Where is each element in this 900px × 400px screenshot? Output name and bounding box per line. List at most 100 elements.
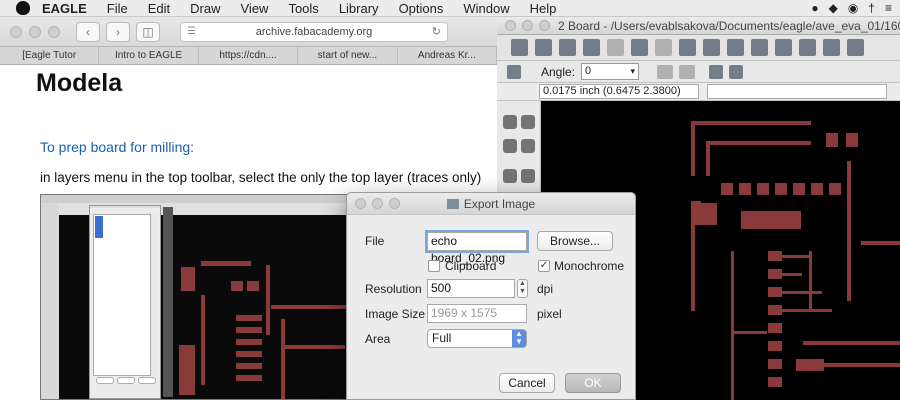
menu-help[interactable]: Help — [530, 1, 557, 16]
embedded-trace-group — [179, 261, 351, 399]
tab-start-of-new[interactable]: start of new... — [298, 47, 398, 64]
schematic-icon[interactable] — [607, 39, 624, 56]
ok-button[interactable]: OK — [565, 373, 621, 393]
zoom-out-icon[interactable] — [751, 39, 768, 56]
resolution-unit: dpi — [537, 282, 554, 296]
dropbox-icon[interactable]: ◆ — [829, 1, 838, 15]
zoom-fit-icon[interactable] — [703, 39, 720, 56]
menu-view[interactable]: View — [241, 1, 269, 16]
address-bar[interactable]: ☰ archive.fabacademy.org ↻ — [180, 21, 448, 42]
menu-window[interactable]: Window — [463, 1, 509, 16]
embedded-pad — [236, 327, 262, 333]
angle-value: 0 — [585, 65, 592, 77]
status-app-icon[interactable]: ● — [811, 1, 818, 15]
cam-icon[interactable] — [583, 39, 600, 56]
tab-cdn[interactable]: https://cdn.... — [199, 47, 299, 64]
board-zoom-button[interactable] — [539, 20, 550, 31]
undo-icon[interactable] — [823, 39, 840, 56]
zoom-window-button[interactable] — [48, 25, 60, 38]
move-icon[interactable] — [503, 169, 517, 183]
url-text: archive.fabacademy.org — [255, 25, 373, 38]
embedded-pad — [236, 351, 262, 357]
pad — [829, 183, 841, 195]
forward-button[interactable]: › — [106, 21, 130, 42]
resolution-stepper[interactable]: ▲ ▼ — [517, 279, 528, 298]
tab-eagle-tutorial[interactable]: [Eagle Tutor — [0, 47, 100, 64]
dialog-window-controls — [355, 198, 400, 209]
minimize-window-button[interactable] — [29, 25, 41, 38]
info-icon[interactable] — [503, 115, 517, 129]
sidebar-button[interactable]: ◫ — [136, 21, 160, 42]
pad — [768, 251, 782, 261]
command-bar: 0.0175 inch (0.6475 2.3800) — [497, 83, 900, 101]
menu-library[interactable]: Library — [339, 1, 379, 16]
copy-icon[interactable] — [521, 169, 535, 183]
embedded-pad — [179, 345, 195, 395]
layout-icon-2[interactable] — [729, 64, 744, 79]
menu-edit[interactable]: Edit — [148, 1, 170, 16]
library-icon[interactable] — [631, 39, 648, 56]
browse-button[interactable]: Browse... — [537, 231, 613, 251]
image-size-unit: pixel — [537, 307, 562, 321]
show-icon[interactable] — [521, 115, 535, 129]
board-close-button[interactable] — [505, 20, 516, 31]
dialog-zoom-button[interactable] — [389, 198, 400, 209]
monochrome-label: Monochrome — [554, 259, 625, 273]
embedded-pad — [247, 281, 259, 291]
save-icon[interactable] — [535, 39, 552, 56]
area-select[interactable]: Full ▲ ▼ — [427, 329, 527, 348]
back-button[interactable]: ‹ — [76, 21, 100, 42]
tab-bar: [Eagle Tutor Intro to EAGLE https://cdn.… — [0, 47, 498, 65]
menu-file[interactable]: File — [107, 1, 128, 16]
zoom-select-icon[interactable] — [799, 39, 816, 56]
pad — [739, 183, 751, 195]
select-arrows-icon: ▲ ▼ — [512, 330, 526, 347]
layout-icon-1[interactable] — [709, 64, 724, 79]
record-icon[interactable]: ◉ — [848, 1, 858, 15]
display-layers-icon[interactable] — [503, 139, 517, 153]
print-icon[interactable] — [559, 39, 576, 56]
menu-tools[interactable]: Tools — [288, 1, 318, 16]
zoom-in-icon[interactable] — [727, 39, 744, 56]
image-icon — [446, 199, 459, 209]
pad — [768, 359, 782, 369]
tab-andreas[interactable]: Andreas Kr... — [398, 47, 498, 64]
reload-icon[interactable]: ↻ — [432, 25, 441, 38]
clipboard-checkbox[interactable] — [428, 260, 440, 272]
resolution-input[interactable]: 500 — [427, 279, 515, 298]
stepper-up-icon: ▲ — [519, 280, 526, 287]
pad — [768, 269, 782, 279]
file-label: File — [365, 234, 385, 248]
menu-app-name[interactable]: EAGLE — [42, 1, 87, 16]
dialog-titlebar: Export Image — [347, 193, 635, 215]
tab-intro-to-eagle[interactable]: Intro to EAGLE — [99, 47, 199, 64]
menu-overflow-icon[interactable]: ≡ — [885, 1, 892, 15]
mark-icon[interactable] — [521, 139, 535, 153]
script-icon[interactable] — [655, 39, 672, 56]
redo-icon[interactable] — [847, 39, 864, 56]
section-subheading: To prep board for milling: — [40, 139, 195, 155]
command-input[interactable] — [707, 84, 887, 99]
close-window-button[interactable] — [10, 25, 22, 38]
menu-options[interactable]: Options — [399, 1, 444, 16]
cancel-button[interactable]: Cancel — [499, 373, 555, 393]
checkmark-icon: ✓ — [539, 260, 549, 271]
grid-icon[interactable] — [507, 64, 521, 79]
mirror-text-icon[interactable] — [679, 64, 696, 79]
menu-draw[interactable]: Draw — [190, 1, 220, 16]
open-icon[interactable] — [511, 39, 528, 56]
redraw-icon[interactable] — [775, 39, 792, 56]
trace — [847, 161, 851, 301]
file-input[interactable]: echo board_02.png — [427, 232, 527, 265]
monochrome-checkbox[interactable]: ✓ — [538, 260, 550, 272]
angle-select[interactable]: 0 ▾ — [581, 63, 640, 80]
dialog-close-button[interactable] — [355, 198, 366, 209]
bluetooth-icon[interactable]: † — [868, 1, 875, 15]
apple-icon[interactable] — [16, 1, 30, 15]
dialog-minimize-button[interactable] — [372, 198, 383, 209]
pad — [768, 305, 782, 315]
reader-icon[interactable]: ☰ — [187, 26, 196, 37]
text-style-icon[interactable] — [657, 64, 674, 79]
run-ulp-icon[interactable] — [679, 39, 696, 56]
board-minimize-button[interactable] — [522, 20, 533, 31]
